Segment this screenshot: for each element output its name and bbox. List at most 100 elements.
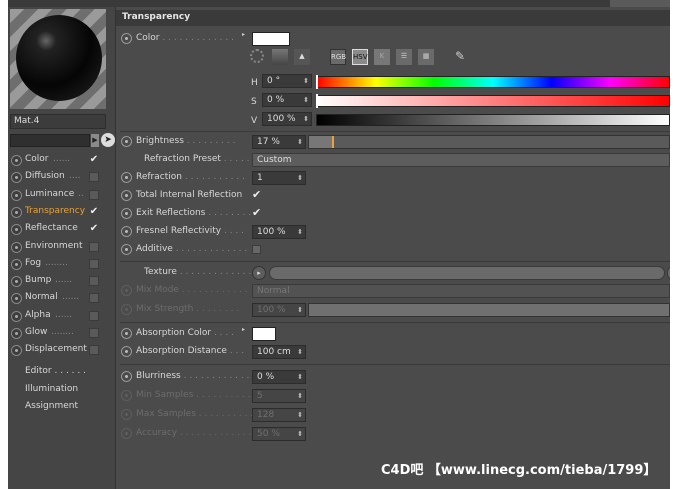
channel-enable-checkbox[interactable] (89, 189, 99, 200)
channel-enable-checkbox[interactable] (89, 241, 99, 252)
channel-enable-checkbox[interactable] (89, 293, 99, 304)
sidebar-item-illumination[interactable]: Illumination (25, 384, 78, 394)
animate-radio[interactable] (121, 136, 132, 147)
animate-radio[interactable] (121, 428, 132, 439)
value-field[interactable]: 100 % ⬍ (262, 112, 312, 126)
mix-mode-dropdown[interactable]: Normal (252, 284, 670, 298)
spinner-icon[interactable]: ⬍ (303, 113, 309, 125)
animate-radio[interactable] (11, 258, 22, 270)
channel-enable-checkbox[interactable]: ✔ (89, 206, 99, 217)
exit-reflections-checkbox[interactable]: ✔ (252, 207, 263, 219)
brightness-slider[interactable] (308, 135, 670, 149)
hue-slider[interactable] (316, 76, 670, 88)
animate-radio[interactable] (121, 346, 132, 357)
arrow-right-icon[interactable]: ▶ (91, 134, 99, 147)
blurriness-field[interactable]: 0 % ⬍ (252, 370, 306, 384)
animate-radio[interactable] (11, 310, 22, 322)
animate-radio[interactable] (11, 155, 22, 166)
animate-radio[interactable] (11, 189, 22, 201)
spinner-icon[interactable]: ⬍ (303, 94, 309, 106)
animate-radio[interactable] (121, 172, 132, 183)
animate-radio[interactable] (11, 276, 22, 288)
spinner-icon[interactable]: ⬍ (297, 390, 303, 402)
texture-menu-icon[interactable]: ▸ (252, 266, 266, 280)
sidebar-item-transparency[interactable]: Transparency ✔ (10, 204, 114, 221)
channel-enable-checkbox[interactable] (89, 345, 99, 356)
sidebar-item-environment[interactable]: Environment (10, 239, 114, 256)
saturation-slider[interactable] (316, 95, 670, 107)
pointer-icon[interactable]: ➤ (101, 133, 115, 147)
hsv-mode-button[interactable]: HSV (352, 49, 368, 65)
channel-enable-checkbox[interactable]: ✔ (89, 224, 99, 234)
animate-radio[interactable] (121, 244, 132, 255)
sidebar-item-alpha[interactable]: Alpha...... (10, 308, 114, 325)
channel-enable-checkbox[interactable] (89, 328, 99, 338)
sidebar-item-displacement[interactable]: Displacement (10, 342, 114, 359)
absorption-distance-field[interactable]: 100 cm ⬍ (252, 345, 306, 359)
top-strip-button-area[interactable] (610, 0, 670, 7)
brightness-slider-handle[interactable] (332, 136, 335, 148)
channel-enable-checkbox[interactable] (89, 258, 99, 269)
swatches-icon[interactable]: ▦ (418, 49, 434, 65)
animate-radio[interactable] (11, 224, 22, 236)
sidebar-item-diffusion[interactable]: Diffusion.... (10, 169, 114, 186)
spectrum-icon[interactable] (272, 49, 288, 65)
channel-enable-checkbox[interactable] (89, 172, 99, 183)
sidebar-item-normal[interactable]: Normal...... (10, 290, 114, 307)
animate-radio[interactable] (121, 328, 132, 339)
sidebar-item-bump[interactable]: Bump...... (10, 273, 114, 290)
animate-radio[interactable] (121, 304, 132, 315)
absorption-color-expand-icon[interactable]: ▸ (242, 326, 245, 333)
animate-radio[interactable] (121, 285, 132, 296)
animate-radio[interactable] (121, 226, 132, 237)
animate-radio[interactable] (121, 390, 132, 401)
picture-icon[interactable]: ▲ (294, 49, 310, 65)
spinner-icon[interactable]: ⬍ (297, 304, 303, 316)
saturation-field[interactable]: 0 % ⬍ (262, 93, 312, 107)
animate-radio[interactable] (11, 328, 22, 339)
sidebar-item-reflectance[interactable]: Reflectance ✔ (10, 221, 114, 238)
rgb-mode-button[interactable]: RGB (330, 49, 346, 65)
mix-strength-slider[interactable] (308, 303, 670, 317)
spinner-icon[interactable]: ⬍ (297, 226, 303, 238)
spinner-icon[interactable]: ⬍ (297, 136, 303, 148)
spinner-icon[interactable]: ⬍ (297, 346, 303, 358)
mix-strength-field[interactable]: 100 % ⬍ (252, 303, 306, 317)
channel-enable-checkbox[interactable]: ✔ (89, 155, 99, 165)
refraction-preset-dropdown[interactable]: Custom (252, 153, 670, 167)
brightness-field[interactable]: 17 % ⬍ (252, 135, 306, 149)
channel-enable-checkbox[interactable] (89, 276, 99, 287)
eyedropper-icon[interactable]: ✎ (452, 49, 468, 65)
channel-enable-checkbox[interactable] (89, 310, 99, 321)
sidebar-item-color[interactable]: Color ✔...... (10, 152, 114, 169)
hue-slider-handle[interactable] (316, 75, 318, 89)
spinner-icon[interactable]: ⬍ (297, 409, 303, 421)
mixer-icon[interactable]: ☰ (396, 49, 412, 65)
animate-radio[interactable] (11, 206, 22, 218)
animate-radio[interactable] (121, 371, 132, 382)
max-samples-field[interactable]: 128 ⬍ (252, 408, 306, 422)
animate-radio[interactable] (121, 33, 132, 44)
sidebar-item-luminance[interactable]: Luminance.. (10, 187, 114, 204)
color-expand-icon[interactable]: ▸ (242, 31, 245, 38)
animate-radio[interactable] (11, 345, 22, 357)
accuracy-field[interactable]: 50 % ⬍ (252, 427, 306, 441)
channel-filter-field[interactable] (10, 134, 90, 147)
saturation-slider-handle[interactable] (316, 94, 318, 108)
additive-checkbox[interactable] (252, 245, 261, 254)
animate-radio[interactable] (11, 172, 22, 184)
kelvin-mode-button[interactable]: K (374, 49, 390, 65)
sidebar-item-assignment[interactable]: Assignment (25, 401, 78, 411)
spinner-icon[interactable]: ⬍ (297, 172, 303, 184)
color-swatch[interactable] (252, 32, 290, 46)
sidebar-item-glow[interactable]: Glow........ (10, 325, 114, 342)
hue-field[interactable]: 0 ° ⬍ (262, 74, 312, 88)
sidebar-item-fog[interactable]: Fog........ (10, 256, 114, 273)
texture-extra-slot[interactable] (667, 266, 670, 280)
animate-radio[interactable] (11, 241, 22, 253)
material-preview[interactable] (10, 9, 106, 109)
spinner-icon[interactable]: ⬍ (303, 75, 309, 87)
min-samples-field[interactable]: 5 ⬍ (252, 389, 306, 403)
animate-radio[interactable] (11, 293, 22, 305)
absorption-color-swatch[interactable] (252, 327, 276, 341)
